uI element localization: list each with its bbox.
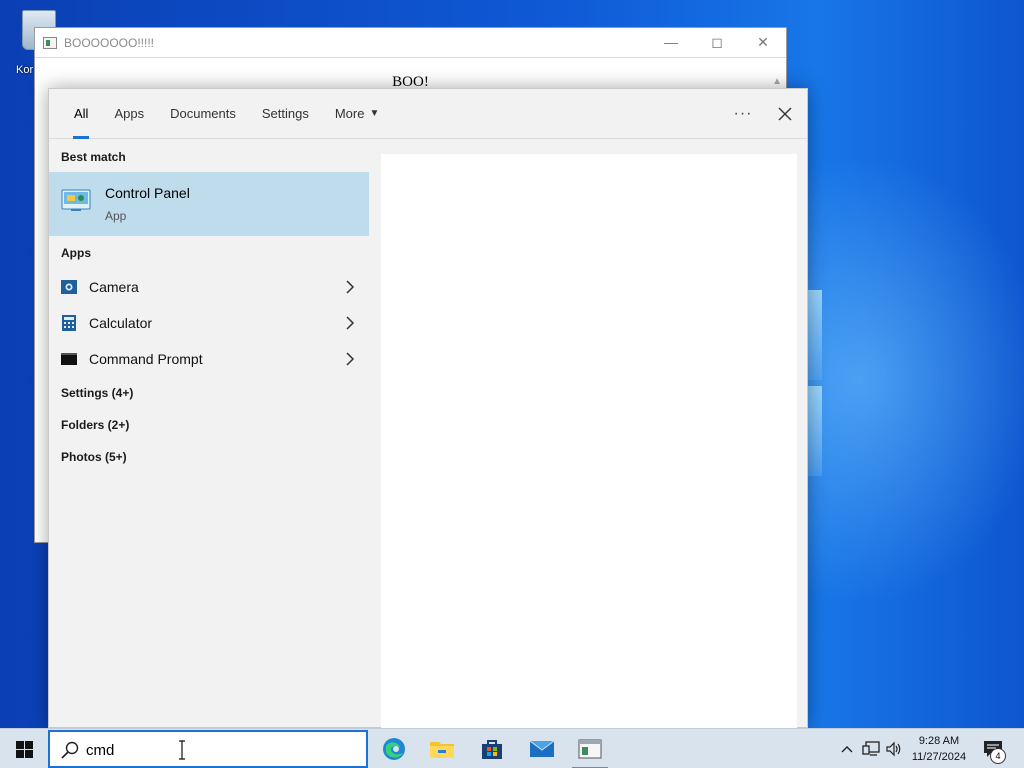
- app-result-command-prompt[interactable]: Command Prompt: [49, 341, 369, 377]
- background-window-titlebar[interactable]: BOOOOOOO!!!!! — ◻ ✕: [35, 28, 786, 58]
- search-flyout: All Apps Documents Settings More ▼ ··· Be…: [48, 88, 808, 730]
- tab-label: Settings: [261, 106, 309, 121]
- taskbar-store[interactable]: [468, 729, 516, 768]
- taskbar-mail[interactable]: [518, 729, 566, 768]
- close-search-button[interactable]: [763, 89, 807, 139]
- control-panel-icon: [61, 189, 91, 211]
- tab-all[interactable]: All: [61, 89, 101, 139]
- close-icon: [778, 107, 792, 121]
- taskbar-search-box[interactable]: [48, 730, 368, 768]
- best-match-control-panel[interactable]: Control Panel App: [49, 172, 369, 236]
- desktop-icon-label: Kor: [16, 64, 34, 76]
- folder-icon: [430, 742, 454, 758]
- network-tray-button[interactable]: [860, 729, 882, 768]
- mail-icon: [529, 740, 555, 757]
- app-result-label: Calculator: [89, 315, 153, 331]
- chevron-right-icon[interactable]: [345, 315, 355, 331]
- tab-documents[interactable]: Documents: [157, 89, 249, 139]
- volume-icon: [886, 741, 901, 757]
- taskbar-file-explorer[interactable]: [418, 729, 466, 768]
- best-match-subtitle: App: [105, 209, 127, 223]
- window-controls: — ◻ ✕: [648, 28, 786, 56]
- window-app-icon: [43, 36, 57, 49]
- taskbar-running-app[interactable]: [566, 729, 614, 768]
- maximize-button[interactable]: ◻: [694, 28, 740, 56]
- network-icon: [862, 741, 880, 756]
- category-settings[interactable]: Settings (4+): [61, 386, 133, 400]
- tab-label: All: [74, 106, 89, 121]
- store-icon: [482, 740, 502, 759]
- scroll-up-arrow-icon[interactable]: ▲: [772, 76, 782, 87]
- windows-logo-icon: [15, 740, 33, 758]
- notification-count-badge: 4: [990, 748, 1006, 764]
- apps-header: Apps: [61, 246, 91, 260]
- chevron-right-icon[interactable]: [345, 351, 355, 367]
- category-folders[interactable]: Folders (2+): [61, 418, 129, 432]
- more-options-icon[interactable]: ···: [723, 105, 763, 123]
- camera-icon: [61, 280, 77, 294]
- tab-settings[interactable]: Settings: [249, 89, 322, 139]
- edge-icon: [383, 738, 405, 760]
- tab-label: More: [334, 106, 365, 121]
- category-photos[interactable]: Photos (5+): [61, 450, 127, 464]
- minimize-button[interactable]: —: [648, 28, 694, 56]
- taskbar-clock[interactable]: 9:28 AM 11/27/2024: [904, 731, 974, 767]
- taskbar: 9:28 AM 11/27/2024 4: [0, 728, 1024, 768]
- clock-date: 11/27/2024: [911, 751, 967, 763]
- preview-pane: [381, 154, 797, 729]
- best-match-title: Control Panel: [105, 185, 190, 201]
- chevron-right-icon[interactable]: [345, 279, 355, 295]
- app-result-label: Camera: [89, 279, 139, 295]
- chevron-up-icon: [841, 746, 853, 753]
- window-app-icon: [578, 739, 602, 759]
- background-window-title: BOOOOOOO!!!!!: [64, 35, 155, 50]
- close-button[interactable]: ✕: [740, 28, 786, 56]
- calculator-icon: [62, 315, 76, 331]
- search-input[interactable]: [86, 737, 346, 763]
- search-icon: [61, 741, 79, 759]
- search-tabs: All Apps Documents Settings More ▼ ···: [49, 89, 807, 139]
- best-match-header: Best match: [61, 150, 126, 164]
- search-results-list: Best match Control Panel App Apps Camera: [49, 140, 381, 730]
- search-tools: ···: [723, 89, 807, 139]
- tab-more[interactable]: More ▼: [322, 89, 393, 139]
- show-hidden-icons-button[interactable]: [836, 729, 858, 768]
- tab-label: Documents: [170, 106, 236, 121]
- taskbar-edge[interactable]: [370, 729, 418, 768]
- clock-time: 9:28 AM: [918, 735, 960, 747]
- caret-down-icon: ▼: [369, 108, 380, 119]
- text-cursor-icon: [179, 740, 185, 760]
- tab-apps[interactable]: Apps: [101, 89, 157, 139]
- command-prompt-icon: [61, 353, 77, 365]
- app-result-label: Command Prompt: [89, 351, 203, 367]
- volume-tray-button[interactable]: [883, 729, 905, 768]
- start-button[interactable]: [0, 729, 48, 768]
- app-result-camera[interactable]: Camera: [49, 269, 369, 305]
- tab-label: Apps: [114, 106, 145, 121]
- app-result-calculator[interactable]: Calculator: [49, 305, 369, 341]
